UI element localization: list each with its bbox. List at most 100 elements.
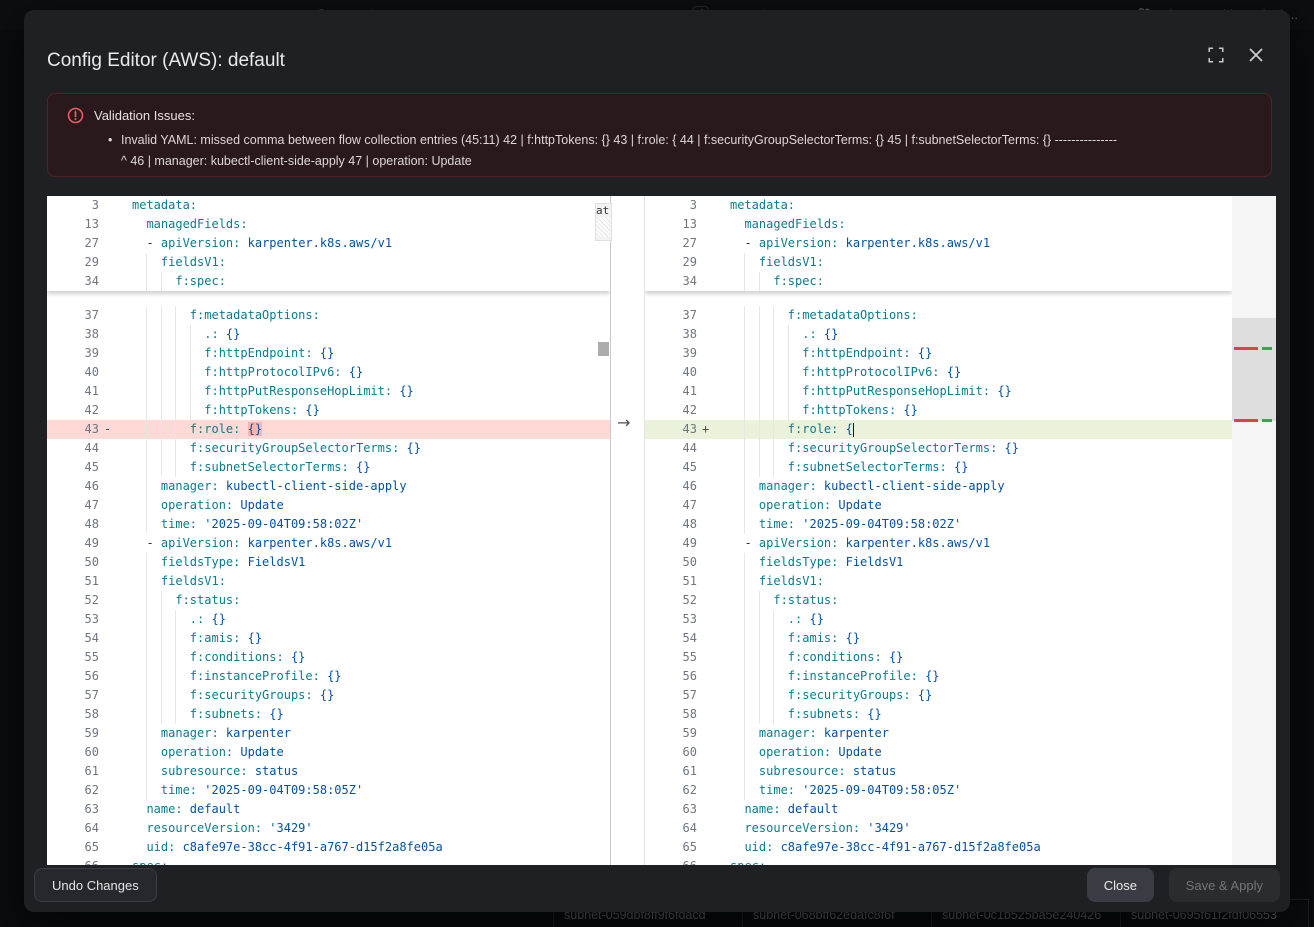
code-line-57[interactable]: 57 f:securityGroups: {}: [47, 686, 610, 705]
code-line-50[interactable]: 50 fieldsType: FieldsV1: [47, 553, 610, 572]
code-line-13[interactable]: 13 managedFields:: [645, 215, 1232, 234]
diff-original-pane[interactable]: 37 f:metadataOptions:38 .: {}39 f:httpEn…: [47, 196, 610, 865]
code-line-50[interactable]: 50 fieldsType: FieldsV1: [645, 553, 1232, 572]
fullscreen-button[interactable]: [1204, 43, 1228, 67]
original-code[interactable]: 37 f:metadataOptions:38 .: {}39 f:httpEn…: [47, 306, 610, 865]
code-line-38[interactable]: 38 .: {}: [645, 325, 1232, 344]
code-line-45[interactable]: 45 f:subnetSelectorTerms: {}: [645, 458, 1232, 477]
code-line-41[interactable]: 41 f:httpPutResponseHopLimit: {}: [645, 382, 1232, 401]
code-line-60[interactable]: 60 operation: Update: [645, 743, 1232, 762]
code-line-64[interactable]: 64 resourceVersion: '3429': [645, 819, 1232, 838]
code-line-43[interactable]: 43+ f:role: {: [645, 420, 1232, 439]
code-line-47[interactable]: 47 operation: Update: [645, 496, 1232, 515]
indent-guide: [744, 781, 745, 800]
diff-marker: [99, 743, 125, 762]
code-line-60[interactable]: 60 operation: Update: [47, 743, 610, 762]
code-line-65[interactable]: 65 uid: c8afe97e-38cc-4f91-a767-d15f2a8f…: [47, 838, 610, 857]
minimap-slider[interactable]: [1232, 318, 1276, 421]
code-line-51[interactable]: 51 fieldsV1:: [47, 572, 610, 591]
code-line-42[interactable]: 42 f:httpTokens: {}: [645, 401, 1232, 420]
code-line-53[interactable]: 53 .: {}: [47, 610, 610, 629]
code-line-66[interactable]: 66spec:: [645, 857, 1232, 865]
code-line-58[interactable]: 58 f:subnets: {}: [47, 705, 610, 724]
code-line-61[interactable]: 61 subresource: status: [645, 762, 1232, 781]
code-line-48[interactable]: 48 time: '2025-09-04T09:58:02Z': [47, 515, 610, 534]
diff-marker: [99, 819, 125, 838]
code-line-62[interactable]: 62 time: '2025-09-04T09:58:05Z': [47, 781, 610, 800]
code-line-40[interactable]: 40 f:httpProtocolIPv6: {}: [47, 363, 610, 382]
code-line-56[interactable]: 56 f:instanceProfile: {}: [47, 667, 610, 686]
line-content: f:instanceProfile: {}: [723, 667, 1232, 686]
code-line-63[interactable]: 63 name: default: [645, 800, 1232, 819]
save-apply-button[interactable]: Save & Apply: [1169, 868, 1280, 902]
code-line-61[interactable]: 61 subresource: status: [47, 762, 610, 781]
code-line-44[interactable]: 44 f:securityGroupSelectorTerms: {}: [645, 439, 1232, 458]
code-line-44[interactable]: 44 f:securityGroupSelectorTerms: {}: [47, 439, 610, 458]
code-line-52[interactable]: 52 f:status:: [645, 591, 1232, 610]
code-line-55[interactable]: 55 f:conditions: {}: [47, 648, 610, 667]
indent-guide: [146, 458, 147, 477]
code-line-48[interactable]: 48 time: '2025-09-04T09:58:02Z': [645, 515, 1232, 534]
indent-guide: [744, 477, 745, 496]
code-line-46[interactable]: 46 manager: kubectl-client-side-apply: [47, 477, 610, 496]
code-line-39[interactable]: 39 f:httpEndpoint: {}: [47, 344, 610, 363]
indent-guide: [146, 724, 147, 743]
code-line-34[interactable]: 34 f:spec:: [47, 272, 610, 291]
code-line-49[interactable]: 49 - apiVersion: karpenter.k8s.aws/v1: [47, 534, 610, 553]
code-line-42[interactable]: 42 f:httpTokens: {}: [47, 401, 610, 420]
modified-code[interactable]: 37 f:metadataOptions:38 .: {}39 f:httpEn…: [645, 306, 1232, 865]
code-line-49[interactable]: 49 - apiVersion: karpenter.k8s.aws/v1: [645, 534, 1232, 553]
diff-modified-pane[interactable]: 37 f:metadataOptions:38 .: {}39 f:httpEn…: [645, 196, 1232, 865]
code-line-39[interactable]: 39 f:httpEndpoint: {}: [645, 344, 1232, 363]
code-line-27[interactable]: 27 - apiVersion: karpenter.k8s.aws/v1: [645, 234, 1232, 253]
code-line-59[interactable]: 59 manager: karpenter: [47, 724, 610, 743]
indent-guide: [744, 458, 745, 477]
code-line-57[interactable]: 57 f:securityGroups: {}: [645, 686, 1232, 705]
original-scrollbar-thumb[interactable]: [598, 342, 609, 356]
line-number: 49: [645, 534, 697, 553]
revert-change-arrow-icon[interactable]: →: [617, 413, 630, 432]
code-line-27[interactable]: 27 - apiVersion: karpenter.k8s.aws/v1: [47, 234, 610, 253]
code-line-3[interactable]: 3metadata:: [645, 196, 1232, 215]
code-line-51[interactable]: 51 fieldsV1:: [645, 572, 1232, 591]
code-line-63[interactable]: 63 name: default: [47, 800, 610, 819]
editor-sash[interactable]: [610, 196, 611, 865]
code-line-46[interactable]: 46 manager: kubectl-client-side-apply: [645, 477, 1232, 496]
code-line-38[interactable]: 38 .: {}: [47, 325, 610, 344]
code-line-41[interactable]: 41 f:httpPutResponseHopLimit: {}: [47, 382, 610, 401]
code-line-55[interactable]: 55 f:conditions: {}: [645, 648, 1232, 667]
code-line-45[interactable]: 45 f:subnetSelectorTerms: {}: [47, 458, 610, 477]
code-line-62[interactable]: 62 time: '2025-09-04T09:58:05Z': [645, 781, 1232, 800]
code-line-40[interactable]: 40 f:httpProtocolIPv6: {}: [645, 363, 1232, 382]
code-line-54[interactable]: 54 f:amis: {}: [47, 629, 610, 648]
code-line-47[interactable]: 47 operation: Update: [47, 496, 610, 515]
line-content: f:subnetSelectorTerms: {}: [125, 458, 610, 477]
code-line-53[interactable]: 53 .: {}: [645, 610, 1232, 629]
line-number: 60: [645, 743, 697, 762]
code-line-29[interactable]: 29 fieldsV1:: [47, 253, 610, 272]
close-dialog-button[interactable]: [1244, 43, 1268, 67]
indent-guide: [161, 591, 162, 610]
code-line-59[interactable]: 59 manager: karpenter: [645, 724, 1232, 743]
minimap[interactable]: [1232, 196, 1276, 865]
code-line-54[interactable]: 54 f:amis: {}: [645, 629, 1232, 648]
code-line-29[interactable]: 29 fieldsV1:: [645, 253, 1232, 272]
code-line-43[interactable]: 43- f:role: {}: [47, 420, 610, 439]
code-line-13[interactable]: 13 managedFields:: [47, 215, 610, 234]
close-button[interactable]: Close: [1087, 868, 1154, 902]
code-line-65[interactable]: 65 uid: c8afe97e-38cc-4f91-a767-d15f2a8f…: [645, 838, 1232, 857]
undo-changes-button[interactable]: Undo Changes: [34, 868, 157, 902]
code-line-64[interactable]: 64 resourceVersion: '3429': [47, 819, 610, 838]
code-line-37[interactable]: 37 f:metadataOptions:: [645, 306, 1232, 325]
code-line-34[interactable]: 34 f:spec:: [645, 272, 1232, 291]
indent-guide: [744, 762, 745, 781]
code-line-52[interactable]: 52 f:status:: [47, 591, 610, 610]
code-line-3[interactable]: 3metadata:: [47, 196, 610, 215]
line-number: 57: [645, 686, 697, 705]
code-line-66[interactable]: 66spec:: [47, 857, 610, 865]
diff-editor[interactable]: 37 f:metadataOptions:38 .: {}39 f:httpEn…: [47, 196, 1276, 865]
code-line-56[interactable]: 56 f:instanceProfile: {}: [645, 667, 1232, 686]
code-line-37[interactable]: 37 f:metadataOptions:: [47, 306, 610, 325]
line-number: 59: [645, 724, 697, 743]
code-line-58[interactable]: 58 f:subnets: {}: [645, 705, 1232, 724]
